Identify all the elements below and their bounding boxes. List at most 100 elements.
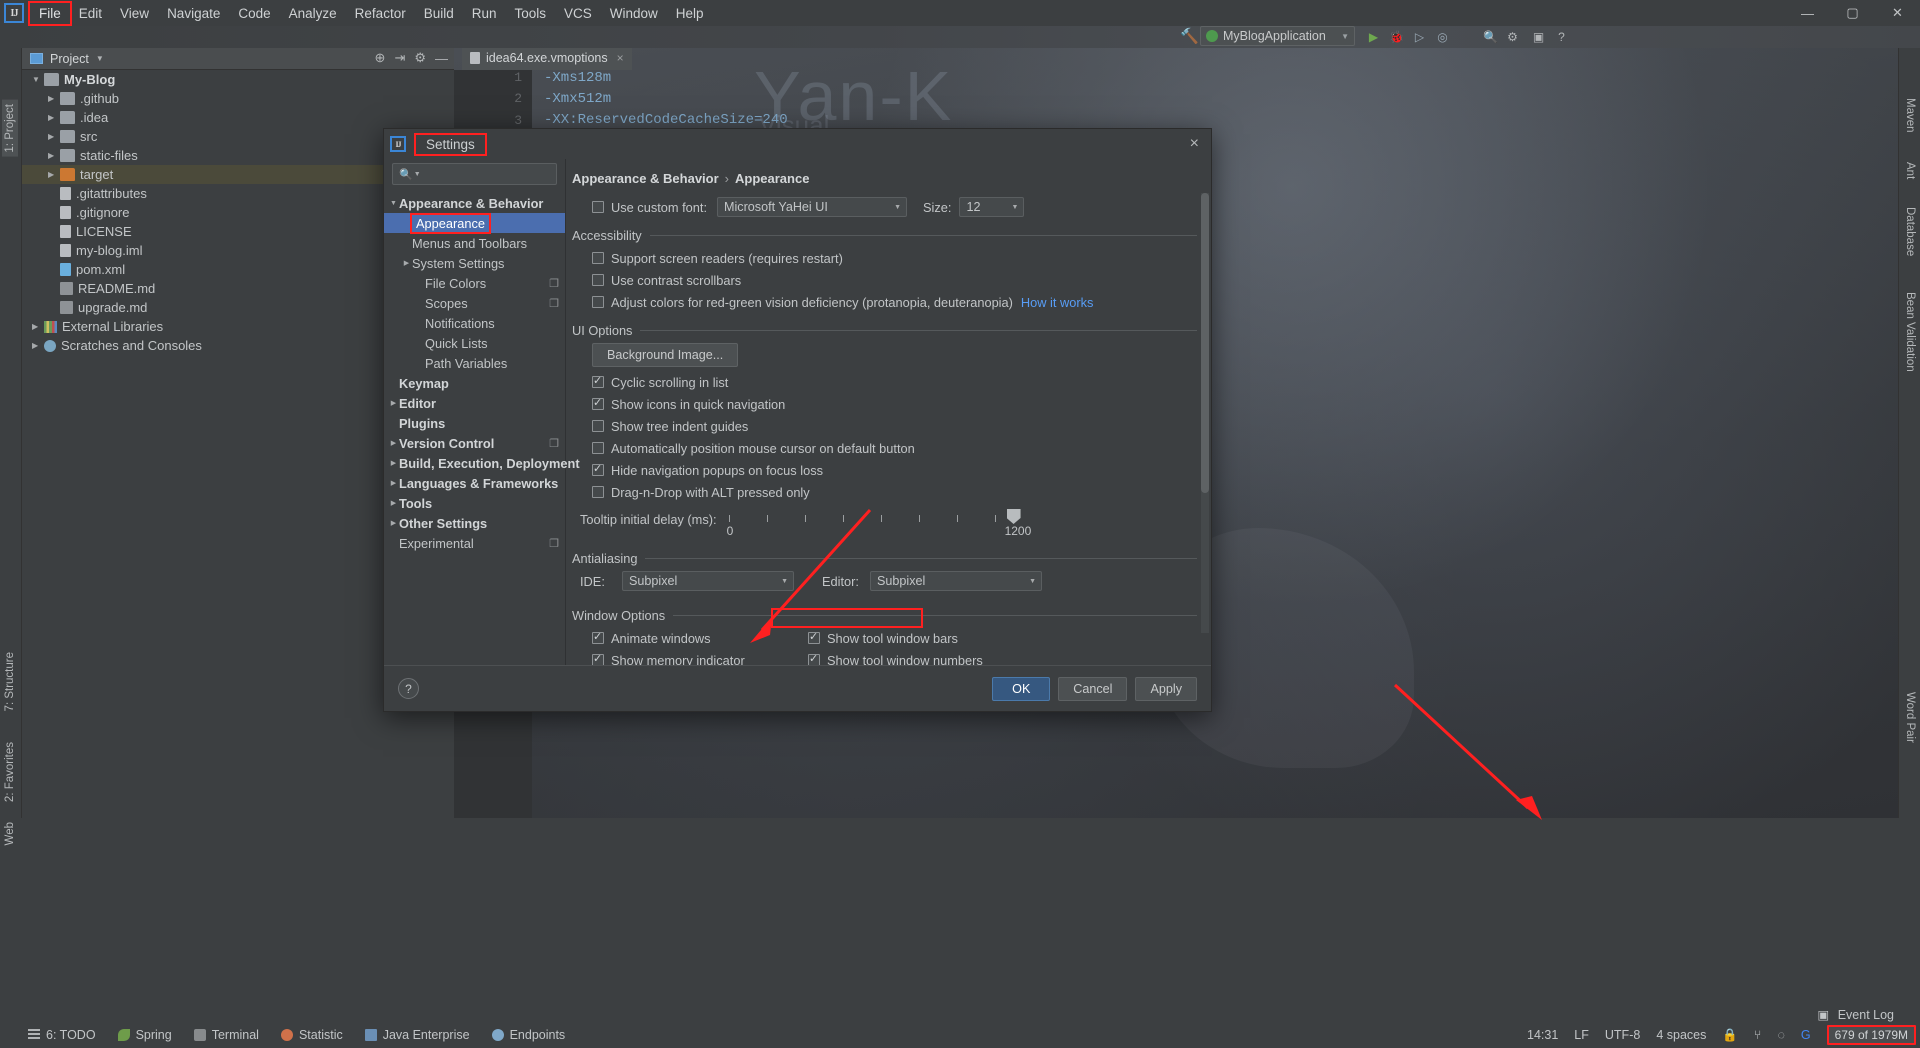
build-hammer-icon[interactable]: 🔨 [1180, 27, 1199, 45]
twisty-closed-icon[interactable]: ▶ [401, 259, 412, 267]
chevron-down-icon[interactable]: ▼ [414, 171, 421, 178]
tool-window-tab-favorites[interactable]: 2: Favorites [2, 738, 18, 806]
window-option-row[interactable]: Show tool window bars [808, 627, 1058, 649]
tool-window-tab-database[interactable]: Database [1902, 203, 1918, 260]
show-tool-window-bars-checkbox[interactable] [808, 630, 820, 644]
twisty-closed-icon[interactable]: ▶ [388, 439, 399, 447]
settings-tree-item[interactable]: ▶ System Settings [384, 253, 565, 273]
menu-item-edit[interactable]: Edit [70, 3, 111, 24]
copy-settings-icon[interactable]: ❐ [549, 297, 559, 310]
ui-option-row[interactable]: Show icons in quick navigation [572, 393, 1197, 415]
red-green-deficiency-checkbox[interactable] [592, 296, 604, 308]
settings-tree-item[interactable]: ▶ Version Control ❐ [384, 433, 565, 453]
show-tool-window-numbers-checkbox[interactable] [808, 652, 820, 665]
project-tree-item[interactable]: ▶ .github [22, 89, 454, 108]
twisty-closed-icon[interactable]: ▶ [48, 113, 60, 122]
twisty-open-icon[interactable]: ▼ [32, 75, 44, 84]
menu-item-code[interactable]: Code [229, 3, 279, 24]
how-it-works-link[interactable]: How it works [1021, 295, 1094, 310]
auto-position-cursor-checkbox[interactable] [592, 442, 604, 454]
settings-tree-item[interactable]: ▶ Editor [384, 393, 565, 413]
twisty-closed-icon[interactable]: ▶ [32, 341, 44, 350]
window-option-row[interactable]: Show memory indicator [592, 649, 808, 665]
tool-window-tab-bean-validation[interactable]: Bean Validation [1902, 288, 1918, 376]
twisty-closed-icon[interactable]: ▶ [48, 151, 60, 160]
settings-tree-item[interactable]: ▶Plugins [384, 413, 565, 433]
ui-option-row[interactable]: Automatically position mouse cursor on d… [572, 437, 1197, 459]
ui-option-row[interactable]: Hide navigation popups on focus loss [572, 459, 1197, 481]
window-option-row[interactable]: Show tool window numbers [808, 649, 1058, 665]
editor-code-content[interactable]: -Xms128m -Xmx512m -XX:ReservedCodeCacheS… [544, 70, 788, 133]
memory-indicator[interactable]: 679 of 1979M [1826, 1025, 1916, 1045]
ui-option-row[interactable]: Drag-n-Drop with ALT pressed only [572, 481, 1197, 503]
tool-window-tab-word-pair[interactable]: Word Pair [1902, 688, 1918, 747]
debug-icon[interactable]: 🐞 [1388, 28, 1405, 45]
settings-tree-item[interactable]: ▶Experimental❐ [384, 533, 565, 553]
close-icon[interactable]: ✕ [1875, 0, 1920, 26]
custom-font-select[interactable]: Microsoft YaHei UI ▼ [717, 197, 908, 217]
accessibility-option-row[interactable]: Use contrast scrollbars [572, 269, 1197, 291]
copy-settings-icon[interactable]: ❐ [549, 537, 559, 550]
event-log-button[interactable]: ▣ Event Log [1817, 1007, 1894, 1022]
run-configuration-selector[interactable]: MyBlogApplication ▼ [1200, 26, 1355, 46]
twisty-closed-icon[interactable]: ▶ [388, 399, 399, 407]
twisty-closed-icon[interactable]: ▶ [388, 519, 399, 527]
settings-tree-item[interactable]: ▶Menus and Toolbars [384, 233, 565, 253]
menu-item-vcs[interactable]: VCS [555, 3, 601, 24]
twisty-closed-icon[interactable]: ▶ [32, 322, 44, 331]
ok-button[interactable]: OK [992, 676, 1051, 701]
support-screen-readers-checkbox[interactable] [592, 252, 604, 264]
copy-settings-icon[interactable]: ❐ [549, 437, 559, 450]
copy-settings-icon[interactable]: ❐ [549, 277, 559, 290]
search-everywhere-icon[interactable]: 🔍 [1482, 28, 1499, 45]
tool-window-tab-structure[interactable]: 7: Structure [2, 648, 18, 715]
lock-icon[interactable]: 🔒 [1722, 1028, 1738, 1043]
ui-option-row[interactable]: Show tree indent guides [572, 415, 1197, 437]
twisty-closed-icon[interactable]: ▶ [388, 479, 399, 487]
settings-tree-item[interactable]: ▶Scopes❐ [384, 293, 565, 313]
locate-icon[interactable]: ⊕ [375, 50, 386, 66]
status-button-terminal[interactable]: Terminal [193, 1028, 259, 1042]
tooltip-delay-slider[interactable]: 0 1200 [727, 509, 1031, 538]
settings-gear-icon[interactable]: ⚙ [1504, 28, 1521, 45]
profiler-icon[interactable]: ◎ [1434, 28, 1451, 45]
settings-tree-item[interactable]: ▶Quick Lists [384, 333, 565, 353]
status-button-todo[interactable]: 6: TODO [28, 1028, 96, 1042]
hide-navigation-popups-checkbox[interactable] [592, 462, 604, 476]
contrast-scrollbars-checkbox[interactable] [592, 274, 604, 286]
notification-icon[interactable]: ◌ [1777, 1028, 1784, 1042]
twisty-closed-icon[interactable]: ▶ [388, 459, 399, 467]
twisty-open-icon[interactable]: ▼ [388, 200, 399, 207]
status-button-spring[interactable]: Spring [117, 1028, 172, 1042]
settings-tree-item[interactable]: ▶ Tools [384, 493, 565, 513]
twisty-closed-icon[interactable]: ▶ [48, 132, 60, 141]
settings-tree-item[interactable]: ▶Notifications [384, 313, 565, 333]
chevron-down-icon[interactable]: ▼ [96, 54, 104, 63]
menu-item-tools[interactable]: Tools [506, 3, 556, 24]
settings-tree-item[interactable]: ▼ Appearance & Behavior [384, 193, 565, 213]
settings-scrollbar[interactable] [1201, 193, 1209, 633]
antialiasing-editor-select[interactable]: Subpixel ▼ [870, 571, 1042, 591]
settings-tree-item[interactable]: ▶ Other Settings [384, 513, 565, 533]
branch-icon[interactable]: ⑂ [1754, 1028, 1762, 1042]
show-memory-indicator-checkbox[interactable] [592, 652, 604, 665]
help-button[interactable]: ? [398, 678, 419, 699]
tool-window-tab-project[interactable]: 1: Project [2, 100, 18, 157]
tool-window-tab-ant[interactable]: Ant [1902, 158, 1918, 183]
settings-tree[interactable]: ▼Appearance & Behavior▶Appearance▶Menus … [384, 193, 580, 553]
settings-tree-item[interactable]: ▶Keymap [384, 373, 565, 393]
cyclic-scrolling-checkbox[interactable] [592, 374, 604, 388]
twisty-closed-icon[interactable]: ▶ [48, 170, 60, 179]
twisty-closed-icon[interactable]: ▶ [388, 499, 399, 507]
animate-windows-checkbox[interactable] [592, 630, 604, 644]
status-button-endpoints[interactable]: Endpoints [491, 1028, 565, 1042]
accessibility-option-row[interactable]: Adjust colors for red-green vision defic… [572, 291, 1197, 313]
status-button-statistic[interactable]: Statistic [280, 1028, 343, 1042]
menu-item-refactor[interactable]: Refactor [346, 3, 415, 24]
google-icon[interactable]: G [1801, 1028, 1811, 1042]
ui-option-row[interactable]: Cyclic scrolling in list [572, 371, 1197, 393]
run-coverage-icon[interactable]: ▷ [1411, 28, 1428, 45]
status-indent[interactable]: 4 spaces [1656, 1028, 1706, 1042]
breadcrumb-root[interactable]: Appearance & Behavior [572, 171, 719, 186]
drag-n-drop-alt-checkbox[interactable] [592, 486, 604, 498]
